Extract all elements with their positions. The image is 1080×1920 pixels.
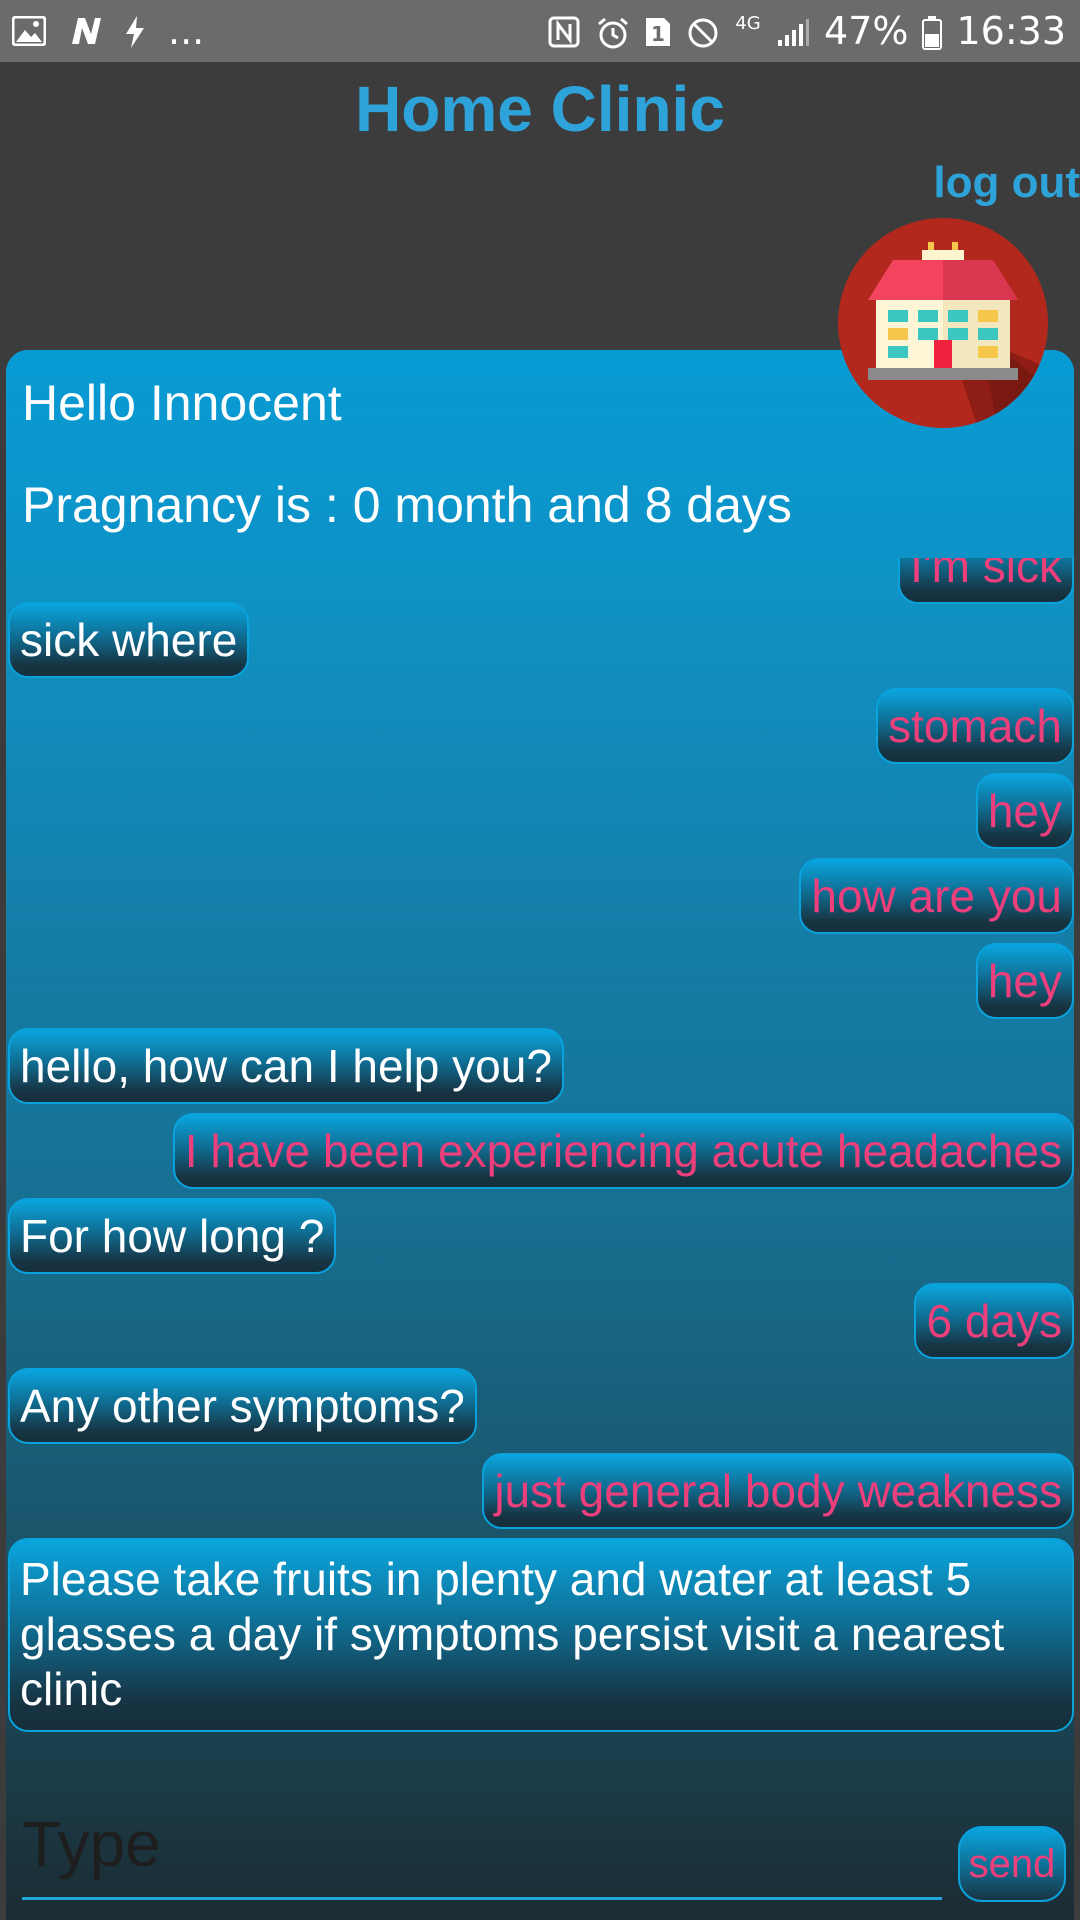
clinic-logo-icon	[838, 218, 1048, 428]
main-panel: Hello Innocent Pragnancy is : 0 month an…	[6, 350, 1074, 1920]
signal-icon	[776, 16, 810, 46]
svg-text:1: 1	[651, 22, 665, 46]
pregnancy-status: Pragnancy is : 0 month and 8 days	[22, 477, 792, 533]
clock: 16:33	[956, 9, 1066, 53]
alarm-icon	[596, 16, 630, 49]
status-bar: ... 1 4G 47% 16:33	[0, 0, 1080, 62]
chat-message-sent: I'm sick	[898, 558, 1074, 604]
nfc-icon	[548, 16, 582, 48]
greeting-text: Hello Innocent	[22, 375, 342, 431]
chat-message-sent: hey	[975, 773, 1074, 849]
n-app-icon	[68, 16, 102, 46]
do-not-disturb-icon	[686, 16, 720, 48]
battery-percent: 47%	[824, 9, 909, 53]
chat-message-received: sick where	[8, 602, 250, 678]
chat-message-sent: stomach	[876, 688, 1074, 764]
send-button[interactable]: send	[958, 1826, 1066, 1902]
network-type-icon: 4G	[735, 13, 761, 34]
chat-message-received: Please take fruits in plenty and water a…	[8, 1538, 1074, 1732]
flash-icon	[124, 16, 146, 48]
chat-message-sent: just general body weakness	[482, 1453, 1074, 1529]
chat-message-received: For how long ?	[8, 1198, 337, 1274]
sim-icon: 1	[644, 16, 672, 46]
chat-message-sent: 6 days	[914, 1283, 1074, 1359]
chat-message-sent: how are you	[799, 858, 1074, 934]
notification-more: ...	[168, 9, 205, 53]
battery-icon	[922, 16, 943, 50]
chat-list[interactable]: I'm sick sick where stomach hey how are …	[6, 558, 1074, 1788]
chat-message-sent: I have been experiencing acute headaches	[172, 1113, 1074, 1189]
image-icon	[11, 15, 47, 47]
app-title: Home Clinic	[355, 73, 725, 145]
message-input[interactable]	[22, 1790, 942, 1900]
chat-message-sent: hey	[975, 943, 1074, 1019]
chat-message-received: Any other symptoms?	[8, 1368, 477, 1444]
chat-message-received: hello, how can I help you?	[8, 1028, 564, 1104]
logout-button[interactable]: log out	[933, 158, 1080, 208]
